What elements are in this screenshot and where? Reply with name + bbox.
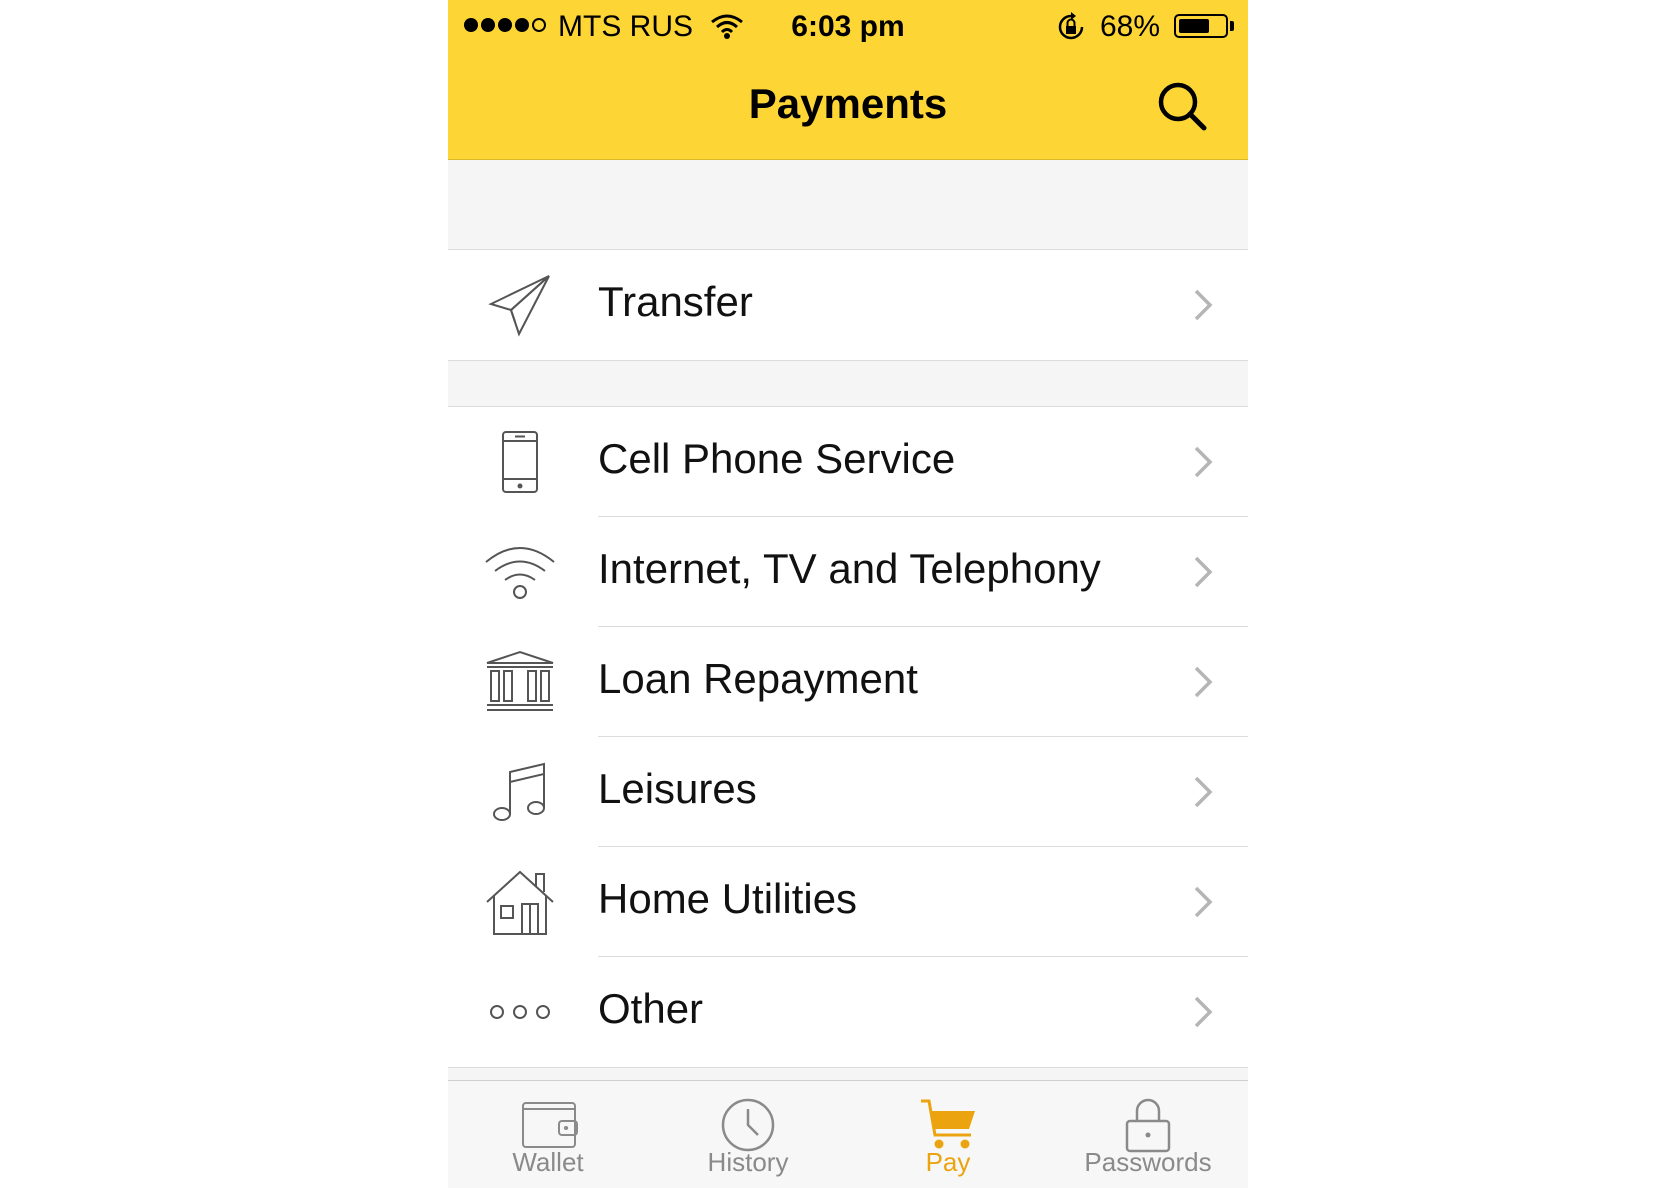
row-transfer[interactable]: Transfer [448,250,1248,360]
row-label: Internet, TV and Telephony [598,545,1101,592]
tab-history[interactable]: History [648,1081,848,1188]
page-title: Payments [748,80,948,127]
tab-bar: Wallet History Pay Passwords [448,1080,1248,1188]
chevron-right-icon [1194,886,1213,918]
tab-passwords[interactable]: Passwords [1048,1081,1248,1188]
row-label: Loan Repayment [598,655,918,702]
row-label: Leisures [598,765,757,812]
clock-icon [721,1098,775,1152]
row-label: Other [598,985,704,1032]
bank-icon [482,647,558,717]
row-label: Home Utilities [598,875,858,922]
more-dots-icon [482,977,558,1047]
tab-wallet[interactable]: Wallet [448,1081,648,1188]
battery-icon [1174,14,1228,38]
row-other[interactable]: Other [448,957,1248,1067]
row-cell-phone-service[interactable]: Cell Phone Service [448,407,1248,517]
row-label: Transfer [598,278,753,325]
battery-tip [1230,21,1234,31]
wifi-icon [482,537,558,607]
row-leisures[interactable]: Leisures [448,737,1248,847]
row-home-utilities[interactable]: Home Utilities [448,847,1248,957]
row-internet-tv-telephony[interactable]: Internet, TV and Telephony [448,517,1248,627]
search-icon [1158,82,1207,131]
chevron-right-icon [1194,666,1213,698]
chevron-right-icon [1194,289,1213,321]
transfer-section: Transfer [448,249,1248,361]
chevron-right-icon [1194,776,1213,808]
status-bar: MTS RUS 6:03 pm 68% [448,0,1248,54]
lock-icon [1125,1098,1171,1153]
tab-label: Passwords [1084,1147,1212,1177]
house-icon [482,867,558,937]
tab-label: History [707,1147,789,1177]
rotation-lock-icon [1056,12,1086,50]
categories-section: Cell Phone Service Internet, TV and Tele… [448,406,1248,1068]
phone-screen: MTS RUS 6:03 pm 68% Payments Transfer Ce… [448,0,1248,1188]
cart-icon [921,1099,975,1149]
paper-plane-icon [482,270,558,340]
phone-icon [482,427,558,497]
music-note-icon [482,757,558,827]
battery-percent: 68% [1100,10,1161,43]
row-loan-repayment[interactable]: Loan Repayment [448,627,1248,737]
wallet-icon [522,1102,578,1148]
row-label: Cell Phone Service [598,435,956,482]
search-button[interactable] [1152,76,1212,136]
tab-label: Pay [925,1147,971,1177]
chevron-right-icon [1194,446,1213,478]
navigation-bar: MTS RUS 6:03 pm 68% Payments [448,0,1248,160]
chevron-right-icon [1194,996,1213,1028]
chevron-right-icon [1194,556,1213,588]
tab-pay[interactable]: Pay [848,1081,1048,1188]
tab-label: Wallet [512,1147,584,1177]
